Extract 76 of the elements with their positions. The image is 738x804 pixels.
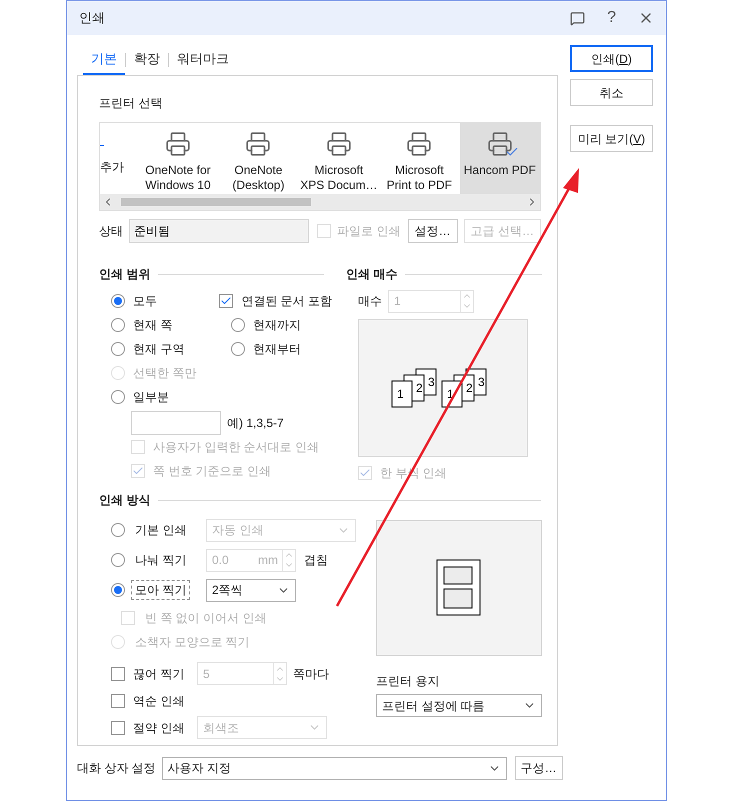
radio-button[interactable] <box>111 553 125 567</box>
check-icon <box>132 465 144 477</box>
tab[interactable]: 확장 <box>126 45 168 75</box>
option-label: 연결된 문서 포함 <box>241 293 332 310</box>
check-icon <box>359 467 371 479</box>
printer-icon <box>164 131 191 157</box>
printer-icon <box>486 131 513 157</box>
page-range-field[interactable] <box>131 411 221 435</box>
option-label: 모아 찍기 <box>135 583 186 597</box>
radio-button[interactable] <box>111 583 125 597</box>
dialog-button[interactable]: 미리 보기(V) <box>570 125 653 152</box>
option-label: 절약 인쇄 <box>133 720 184 734</box>
printer-icon <box>326 131 352 157</box>
dropdown[interactable]: 2쪽씩 <box>206 578 296 602</box>
option-label: 사용자가 입력한 순서대로 인쇄 <box>153 439 320 456</box>
scroll-thumb[interactable] <box>121 198 311 206</box>
option-label: 끊어 찍기 <box>133 666 184 680</box>
printer-item[interactable]: OneNote for Windows 10 <box>138 123 218 194</box>
window-title: 인쇄 <box>79 9 106 28</box>
checkbox[interactable] <box>111 694 125 708</box>
dialog-button[interactable]: 취소 <box>570 79 653 106</box>
comment-icon[interactable] <box>570 10 586 26</box>
tab[interactable]: 워터마크 <box>169 45 237 75</box>
printer-item[interactable]: Microsoft XPS Docum… <box>298 123 380 194</box>
checkbox[interactable] <box>219 294 234 308</box>
section-title: 프린터 선택 <box>99 95 162 112</box>
paper-dropdown[interactable]: 프린터 설정에 따름 <box>376 694 542 717</box>
radio-button[interactable] <box>231 342 245 356</box>
section-title: 인쇄 매수 <box>346 266 398 283</box>
field-label: 대화 상자 설정 <box>77 760 156 777</box>
radio-button[interactable] <box>111 294 125 308</box>
printer-item[interactable]: 추가 <box>100 123 138 194</box>
check-icon <box>220 295 232 307</box>
option-label: 현재 구역 <box>133 341 184 358</box>
option-label: 현재까지 <box>253 317 301 334</box>
radio-button[interactable] <box>231 318 245 332</box>
option-label: 현재 쪽 <box>133 317 172 334</box>
horizontal-scrollbar[interactable] <box>100 194 540 210</box>
field-label: 매수 <box>358 293 382 310</box>
dialog-settings-dropdown[interactable]: 사용자 지정 <box>162 756 507 780</box>
help-button[interactable]: ? <box>607 6 616 30</box>
checkbox[interactable] <box>111 720 125 734</box>
hint-text: 예) 1,3,5-7 <box>227 415 284 432</box>
option-label: 역순 인쇄 <box>133 694 184 708</box>
status-field: 준비됨 <box>129 219 309 243</box>
option-label: 일부분 <box>133 389 169 406</box>
field-label: 상태 <box>99 223 123 240</box>
settings-button[interactable]: 설정… <box>408 219 458 243</box>
option-label: 모두 <box>133 293 157 310</box>
printer-item[interactable]: Hancom PDF <box>460 123 540 194</box>
printer-icon <box>406 131 432 157</box>
two-up-page-drawing <box>436 559 482 617</box>
tab[interactable]: 기본 <box>83 45 125 75</box>
section-title: 인쇄 방식 <box>99 492 150 509</box>
radio-button[interactable] <box>111 523 125 537</box>
section-title: 인쇄 범위 <box>99 266 150 283</box>
option-label: 파일로 인쇄 <box>337 223 400 240</box>
dialog-button[interactable]: 인쇄(D) <box>570 45 653 72</box>
configure-button[interactable]: 구성… <box>514 756 563 780</box>
option-label: 현재부터 <box>253 341 301 358</box>
option-label: 소책자 모양으로 찍기 <box>135 635 250 649</box>
radio-button[interactable] <box>111 342 125 356</box>
field-label: 프린터 용지 <box>376 674 440 688</box>
option-label: 쪽 번호 기준으로 인쇄 <box>153 463 272 480</box>
printer-item[interactable]: OneNote (Desktop) <box>218 123 299 194</box>
option-label: 나눠 찍기 <box>135 553 186 567</box>
printer-item[interactable]: Microsoft Print to PDF <box>379 123 460 194</box>
printer-icon <box>245 131 272 157</box>
option-label: 선택한 쪽만 <box>133 365 196 382</box>
checkbox[interactable] <box>111 666 125 680</box>
unit-label: 겹침 <box>304 553 328 567</box>
radio-button[interactable] <box>111 390 125 404</box>
option-label: 빈 쪽 없이 이어서 인쇄 <box>145 610 266 624</box>
unit-label: 쪽마다 <box>293 666 329 680</box>
radio-button[interactable] <box>111 318 125 332</box>
option-label: 기본 인쇄 <box>135 523 186 537</box>
